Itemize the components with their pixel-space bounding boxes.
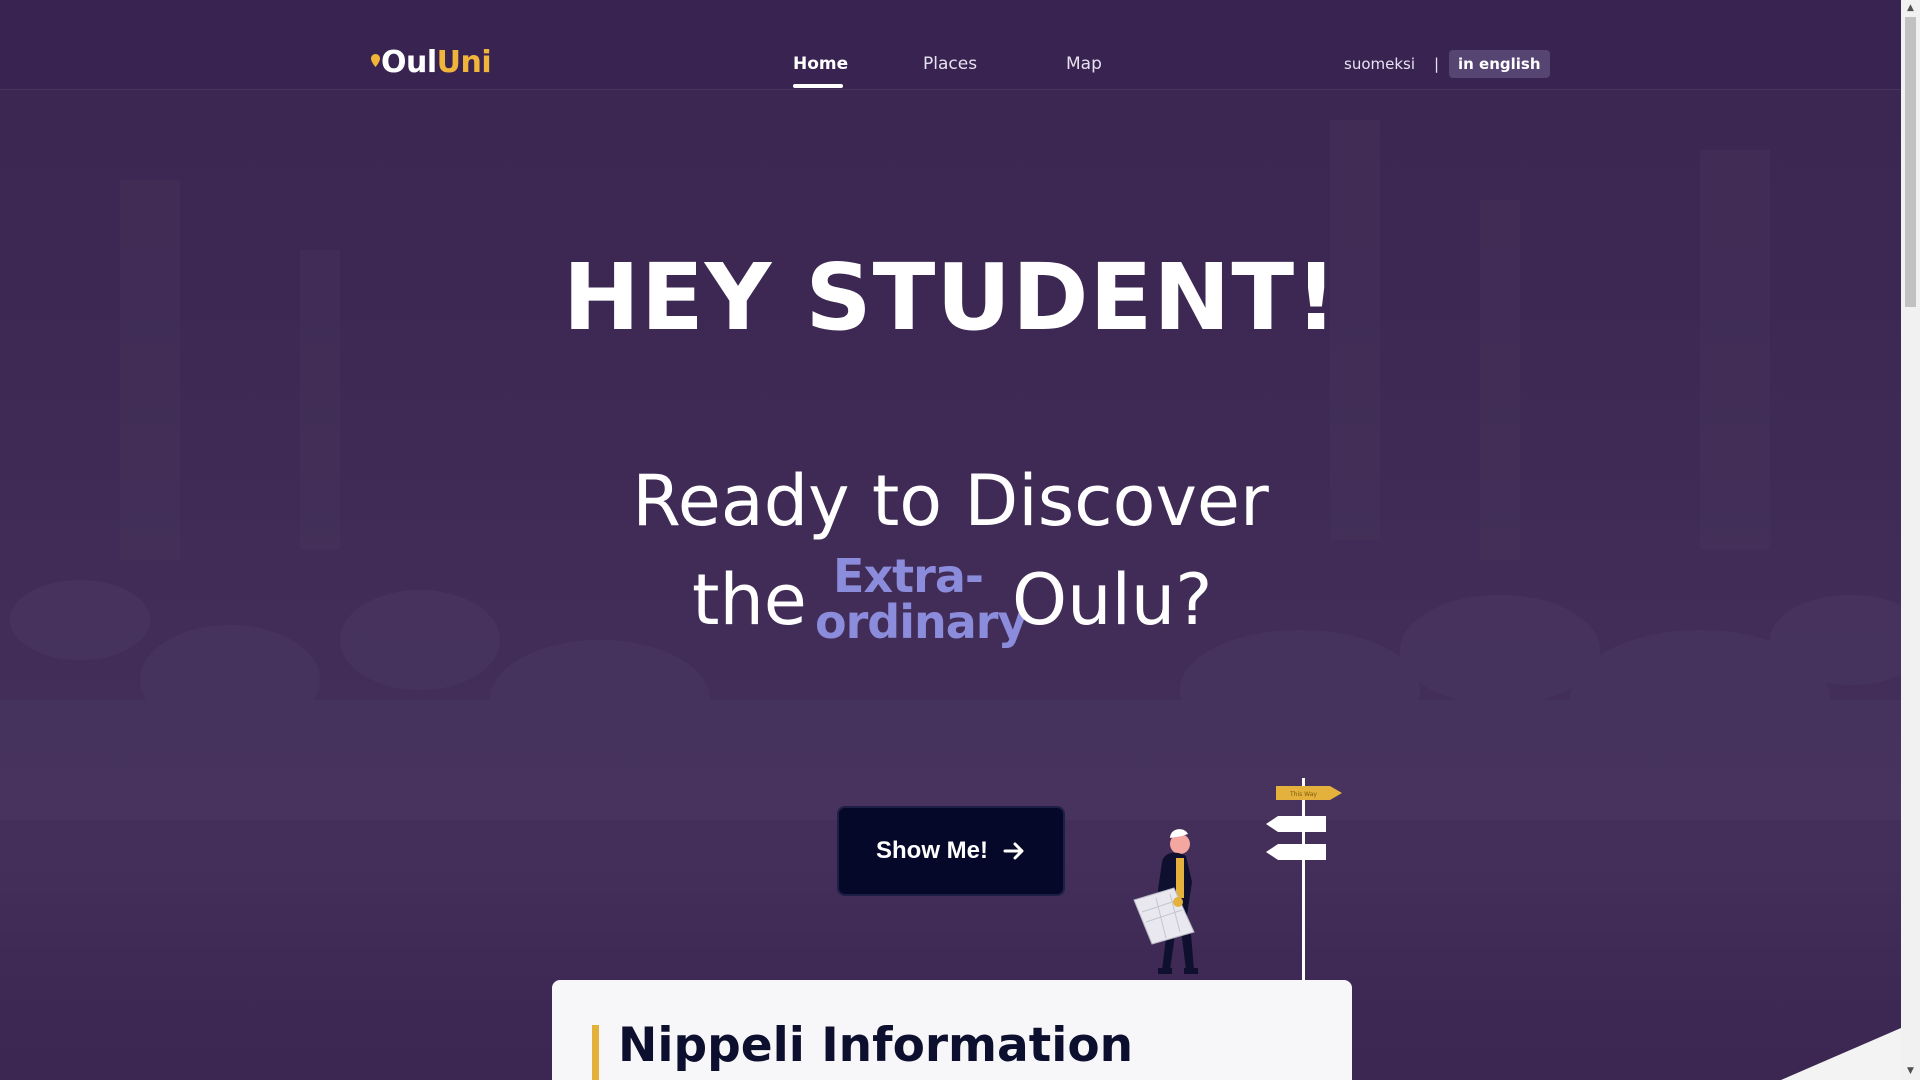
nav-active-indicator xyxy=(793,84,843,88)
sign-text: This Way xyxy=(1289,791,1317,798)
hero-word-oulu: Oulu? xyxy=(1012,559,1213,641)
hero-highlight-line1: Extra- xyxy=(833,549,984,603)
language-finnish-link[interactable]: suomeksi xyxy=(1344,55,1415,73)
hero-highlight-line2: ordinary xyxy=(815,595,1027,649)
info-card: Nippeli Information xyxy=(552,980,1352,1080)
hero-subtitle-line2: the Extra- ordinary Oulu? xyxy=(0,553,1901,653)
info-accent-bar xyxy=(592,1025,599,1080)
info-title: Nippeli Information xyxy=(618,1018,1134,1073)
scroll-up-arrow-icon[interactable]: ▲ xyxy=(1901,0,1920,17)
show-me-label: Show Me! xyxy=(876,837,988,864)
hero-subtitle-line1: Ready to Discover xyxy=(632,460,1269,542)
nav-home[interactable]: Home xyxy=(793,54,848,74)
vertical-scrollbar[interactable]: ▲ ▼ xyxy=(1901,0,1920,1080)
nav-links: Home Places Map xyxy=(0,0,1901,89)
nav-map[interactable]: Map xyxy=(1066,54,1102,74)
page: OulUni Home Places Map suomeksi | in eng… xyxy=(0,0,1901,1080)
explorer-illustration: This Way xyxy=(1133,778,1342,982)
language-separator: | xyxy=(1434,55,1440,73)
hero-highlight-extraordinary: Extra- ordinary xyxy=(815,549,1027,649)
scroll-down-arrow-icon[interactable]: ▼ xyxy=(1901,1063,1920,1080)
show-me-button[interactable]: Show Me! xyxy=(837,806,1065,896)
hero-title: HEY STUDENT! xyxy=(562,244,1339,351)
arrow-right-icon xyxy=(1003,842,1024,860)
scroll-thumb[interactable] xyxy=(1905,17,1916,307)
top-navbar: OulUni Home Places Map suomeksi | in eng… xyxy=(0,0,1901,90)
nav-places[interactable]: Places xyxy=(923,54,977,74)
hero-word-the: the xyxy=(692,559,807,641)
language-english-link[interactable]: in english xyxy=(1449,50,1550,78)
corner-decoration xyxy=(1781,1028,1901,1080)
